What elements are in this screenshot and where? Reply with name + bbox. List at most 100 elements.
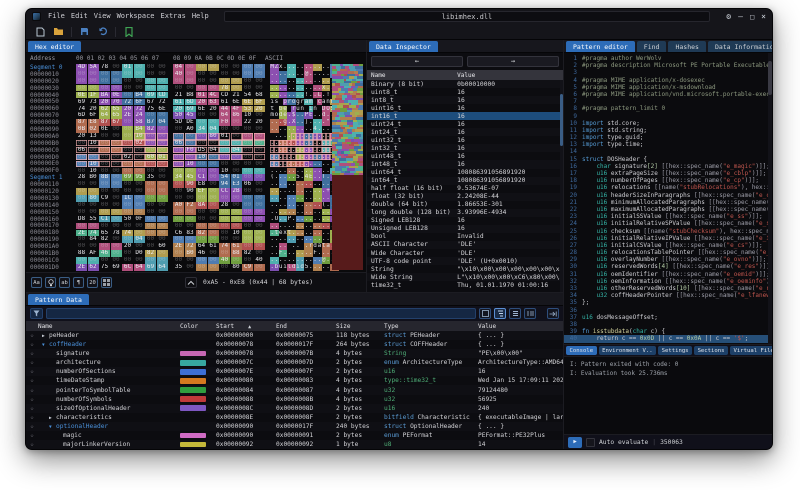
auto-evaluate-checkbox[interactable] [586,438,595,447]
hex-byte[interactable]: 04 [173,64,184,71]
hex-byte[interactable]: 00 [242,202,253,209]
hex-byte[interactable]: 06 [242,181,253,188]
hex-byte[interactable]: 00 [219,64,230,71]
hex-byte[interactable]: 2E [122,112,133,119]
hex-byte[interactable]: 00 [134,230,145,237]
hex-byte[interactable]: 65 [99,230,110,237]
maximize-button[interactable]: □ [750,12,754,22]
hex-byte[interactable]: 22 [242,119,253,126]
hex-byte[interactable]: 64 [134,264,145,271]
minimize-button[interactable]: – [738,12,743,22]
hex-byte[interactable]: 00 [99,78,110,85]
hex-byte[interactable]: 00 [254,126,265,133]
hex-byte[interactable]: 00 [76,257,87,264]
hex-byte[interactable]: 00 [134,209,145,216]
inspector-row[interactable]: Unsigned LEB12816 [367,225,563,233]
hex-byte[interactable]: 00 [157,236,168,243]
editor-scrollbar[interactable] [768,53,772,344]
hex-byte[interactable]: 00 [76,188,87,195]
hex-byte[interactable]: 00 [99,140,110,147]
hex-byte[interactable]: 00 [196,257,207,264]
hex-byte[interactable]: 10 [88,140,99,147]
pilcrow-toggle-icon[interactable]: ¶ [73,277,84,288]
favorite-star-icon[interactable]: ☆ [26,341,38,348]
menu-view[interactable]: View [91,9,114,24]
tree-view-icon[interactable] [494,308,506,319]
hex-byte[interactable]: B8 [185,92,196,99]
hex-byte[interactable]: 90 [185,188,196,195]
console-tab-console[interactable]: Console [566,346,597,355]
hex-byte[interactable]: 00 [196,119,207,126]
close-button[interactable]: × [761,12,766,22]
hex-byte[interactable]: 00 [134,257,145,264]
hex-byte[interactable]: 02 [122,154,133,161]
hex-byte[interactable]: C9 [99,195,110,202]
hex-byte[interactable]: 00 [254,154,265,161]
hex-byte[interactable]: 00 [208,181,219,188]
hex-byte[interactable]: 00 [122,257,133,264]
inspector-row[interactable]: half float (16 bit)9.53674E-07 [367,185,563,193]
flat-view-icon[interactable] [509,308,521,319]
inspector-row[interactable]: double (64 bit)1.86653E-301 [367,201,563,209]
hex-byte[interactable]: 00 [111,223,122,230]
hex-byte[interactable]: 00 [157,209,168,216]
hex-byte[interactable]: 78 [111,230,122,237]
hex-byte[interactable]: CD [157,92,168,99]
hex-byte[interactable]: 00 [145,209,156,216]
ascii-char[interactable]: n [313,106,317,113]
hex-byte[interactable]: 00 [134,161,145,168]
menu-edit[interactable]: Edit [68,9,91,24]
hex-byte[interactable]: 00 [145,230,156,237]
inspector-row[interactable]: uint16_t16 [367,104,563,112]
hex-byte[interactable]: 01 [219,133,230,140]
pattern-data-row[interactable]: ☆signature0x000000780x0000007B4 bytesStr… [26,349,563,358]
hex-byte[interactable]: 00 [242,230,253,237]
hex-byte[interactable]: 04 [231,147,242,154]
hex-byte[interactable]: 00 [111,257,122,264]
hex-byte[interactable]: 00 [157,85,168,92]
inspector-back-button[interactable]: ← [371,56,463,67]
hex-byte[interactable]: 00 [111,71,122,78]
hex-byte[interactable]: 00 [122,119,133,126]
hex-byte[interactable]: 00 [208,202,219,209]
hex-byte[interactable]: 00 [99,147,110,154]
hex-byte[interactable]: 21 [231,92,242,99]
hex-byte[interactable]: 00 [254,140,265,147]
hex-byte[interactable]: 00 [111,64,122,71]
hex-byte[interactable]: 00 [242,174,253,181]
hex-byte[interactable]: 10 [185,161,196,168]
hex-byte[interactable]: 02 [88,126,99,133]
hex-byte[interactable]: 00 [99,243,110,250]
console-tab-sections[interactable]: Sections [694,346,728,355]
hex-byte[interactable]: 4C [208,92,219,99]
hex-byte[interactable]: 00 [196,140,207,147]
hex-byte[interactable]: 45 [185,112,196,119]
hex-byte[interactable]: 20 [88,106,99,113]
hex-byte[interactable]: 50 [173,112,184,119]
hex-byte[interactable]: 00 [219,223,230,230]
hex-byte[interactable]: 20 [173,106,184,113]
hex-byte[interactable]: 00 [76,195,87,202]
hex-byte[interactable]: 00 [157,188,168,195]
hex-byte[interactable]: 00 [173,181,184,188]
hex-byte[interactable]: 00 [208,209,219,216]
hex-byte[interactable]: 00 [145,147,156,154]
hex-byte[interactable]: 00 [242,126,253,133]
hex-byte[interactable]: 82 [99,236,110,243]
hex-byte[interactable]: 00 [122,202,133,209]
hex-byte[interactable]: 1C [122,195,133,202]
collapse-footer-icon[interactable] [185,277,197,288]
hex-byte[interactable]: 69 [111,264,122,271]
hex-byte[interactable]: B0 [185,250,196,257]
hex-byte[interactable]: 00 [99,209,110,216]
hex-byte[interactable]: 00 [208,195,219,202]
hex-byte[interactable]: 00 [173,161,184,168]
favorite-star-icon[interactable]: ☆ [26,432,38,439]
hex-byte[interactable]: 28 [76,174,87,181]
color-swatch[interactable] [180,396,206,402]
hex-byte[interactable]: 00 [88,243,99,250]
hex-byte[interactable]: 00 [88,154,99,161]
hex-byte[interactable]: 00 [208,257,219,264]
inspector-row[interactable]: int32_t16 [367,144,563,152]
hex-byte[interactable]: 00 [242,209,253,216]
